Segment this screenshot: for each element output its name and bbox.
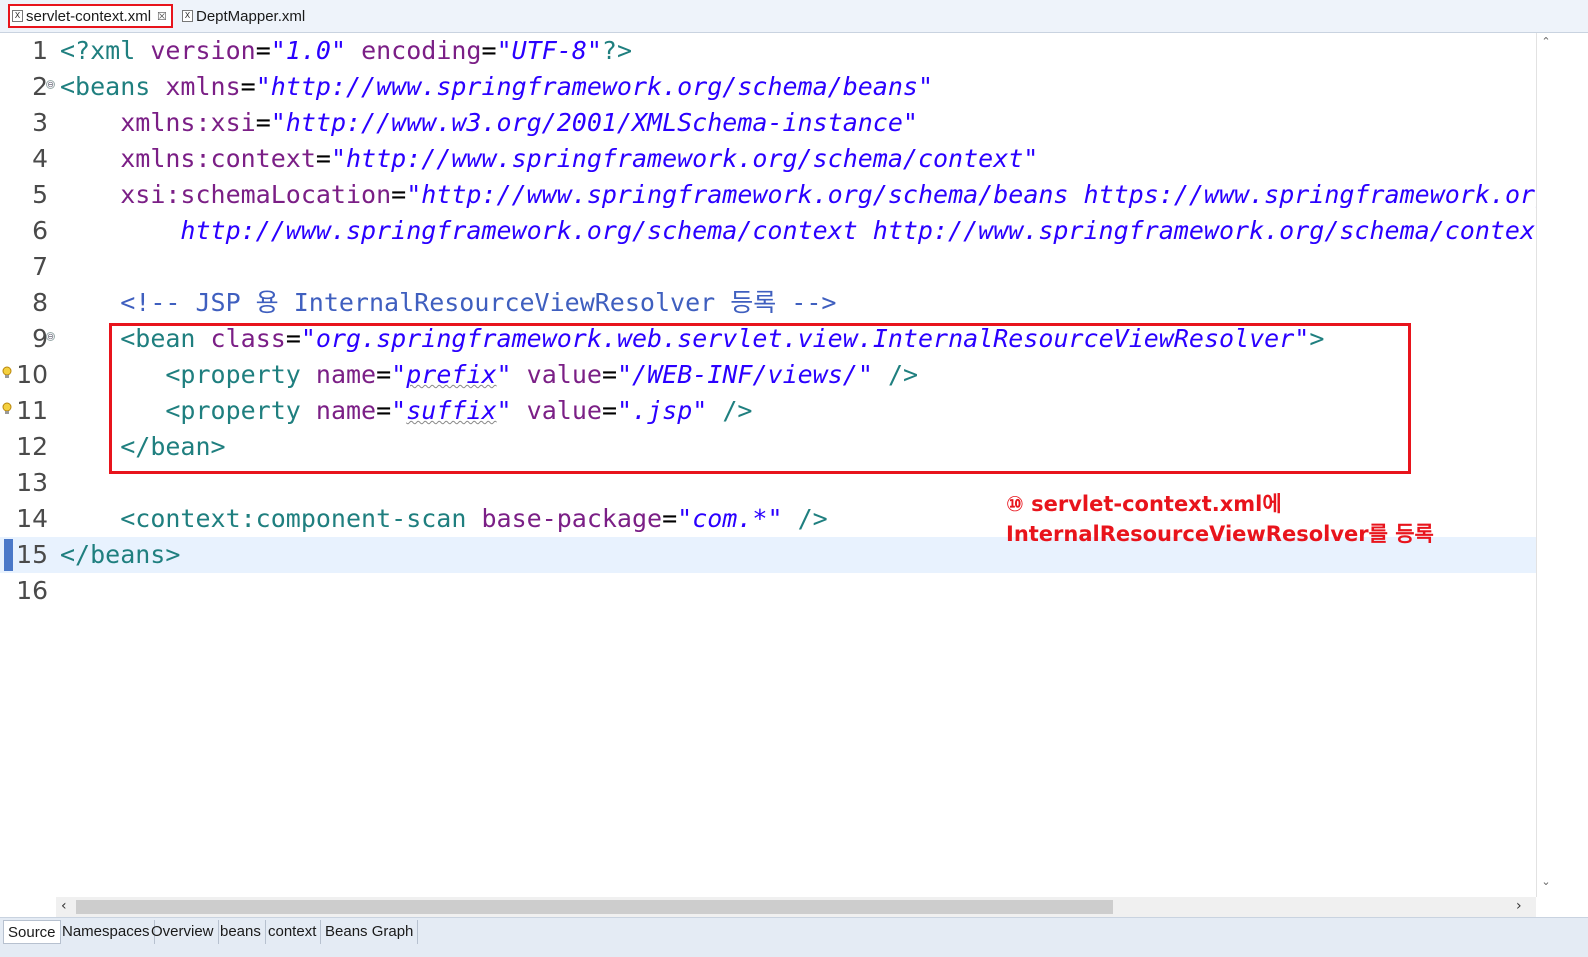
fold-collapse-icon[interactable]: ⊖ bbox=[46, 80, 55, 89]
annotation-text: ⑩ servlet-context.xml에 InternalResourceV… bbox=[1006, 489, 1434, 549]
line-number: 3 bbox=[32, 108, 48, 137]
line-number: 9 bbox=[32, 324, 48, 353]
attr-value: "com.*" bbox=[677, 504, 783, 533]
attr-name: xmlns:context bbox=[120, 144, 316, 173]
code-line[interactable]: 5 xsi:schemaLocation="http://www.springf… bbox=[0, 177, 1536, 213]
code-line[interactable]: 7 bbox=[0, 249, 1536, 285]
line-number: 8 bbox=[32, 288, 48, 317]
attr-value: "UTF-8" bbox=[496, 36, 602, 65]
code-line[interactable]: 2 ⊖ <beans xmlns="http://www.springframe… bbox=[0, 69, 1536, 105]
xml-declaration-open: <?xml bbox=[60, 36, 136, 65]
scroll-down-icon[interactable]: ⌄ bbox=[1537, 875, 1555, 888]
attr-name: version bbox=[150, 36, 256, 65]
attr-value: http://www.springframework.org/schema/co… bbox=[180, 216, 1536, 245]
code-line[interactable]: 16 bbox=[0, 573, 1536, 609]
tab-label: servlet-context.xml bbox=[26, 7, 152, 25]
tab-overview[interactable]: Overview bbox=[147, 920, 219, 944]
line-number: 16 bbox=[16, 576, 48, 605]
attr-name: base-package bbox=[481, 504, 663, 533]
line-number: 13 bbox=[16, 468, 48, 497]
attr-name: xmlns:xsi bbox=[120, 108, 256, 137]
code-line[interactable]: 4 xmlns:context="http://www.springframew… bbox=[0, 141, 1536, 177]
attr-name: xmlns bbox=[165, 72, 241, 101]
xml-file-icon: X bbox=[12, 10, 23, 22]
tab-label: DeptMapper.xml bbox=[196, 7, 306, 25]
tab-beans[interactable]: beans bbox=[216, 920, 266, 944]
line-number: 10 bbox=[16, 360, 48, 389]
attr-name: encoding bbox=[361, 36, 482, 65]
close-icon[interactable]: ☒ bbox=[157, 10, 167, 23]
code-line[interactable]: 8 <!-- JSP 용 InternalResourceViewResolve… bbox=[0, 285, 1536, 321]
vertical-scrollbar[interactable]: ⌃ ⌄ bbox=[1536, 33, 1554, 897]
tab-namespaces[interactable]: Namespaces bbox=[58, 920, 155, 944]
xml-file-icon: X bbox=[182, 10, 193, 22]
scroll-right-icon[interactable]: › bbox=[1516, 898, 1522, 914]
attr-value: "http://www.w3.org/2001/XMLSchema-instan… bbox=[270, 108, 918, 137]
editor-page-tabs: Source Namespaces Overview beans context… bbox=[0, 917, 1588, 957]
annotation-line-2: InternalResourceViewResolver를 등록 bbox=[1006, 522, 1434, 546]
line-number: 4 bbox=[32, 144, 48, 173]
code-line[interactable]: 1 <?xml version="1.0" encoding="UTF-8"?> bbox=[0, 33, 1536, 69]
line-number: 2 bbox=[32, 72, 48, 101]
highlight-box bbox=[109, 323, 1411, 474]
annotation-line-1: ⑩ servlet-context.xml에 bbox=[1006, 492, 1282, 516]
line-number: 6 bbox=[32, 216, 48, 245]
scroll-left-icon[interactable]: ‹ bbox=[61, 898, 67, 914]
tag-close: /> bbox=[797, 504, 828, 533]
tab-beans-graph[interactable]: Beans Graph bbox=[321, 920, 419, 944]
tab-source[interactable]: Source bbox=[3, 920, 61, 944]
horizontal-scroll-thumb[interactable] bbox=[76, 900, 1113, 914]
attr-value: "http://www.springframework.org/schema/b… bbox=[406, 180, 1536, 209]
tab-context[interactable]: context bbox=[264, 920, 322, 944]
line-number: 7 bbox=[32, 252, 48, 281]
tag-open: <beans bbox=[60, 72, 151, 101]
xml-declaration-close: ?> bbox=[601, 36, 633, 65]
line-number: 14 bbox=[16, 504, 48, 533]
code-line[interactable]: 6 http://www.springframework.org/schema/… bbox=[0, 213, 1536, 249]
tab-deptmapper-xml[interactable]: X DeptMapper.xml bbox=[180, 4, 330, 28]
horizontal-scrollbar[interactable]: ‹ › bbox=[56, 897, 1536, 917]
attr-value: "1.0" bbox=[270, 36, 347, 65]
line-number: 5 bbox=[32, 180, 48, 209]
line-number: 11 bbox=[16, 396, 48, 425]
code-line[interactable]: 3 xmlns:xsi="http://www.w3.org/2001/XMLS… bbox=[0, 105, 1536, 141]
line-number: 1 bbox=[32, 36, 48, 65]
tag-close: </beans> bbox=[60, 540, 181, 569]
editor-tab-bar: X servlet-context.xml ☒ X DeptMapper.xml bbox=[0, 0, 1588, 33]
tag-open: <context:component-scan bbox=[120, 504, 467, 533]
xml-comment: <!-- JSP 용 InternalResourceViewResolver … bbox=[120, 288, 837, 317]
attr-value: "http://www.springframework.org/schema/b… bbox=[255, 72, 934, 101]
attr-name: xsi:schemaLocation bbox=[120, 180, 392, 209]
fold-collapse-icon[interactable]: ⊖ bbox=[46, 332, 55, 341]
line-number: 12 bbox=[16, 432, 48, 461]
attr-value: "http://www.springframework.org/schema/c… bbox=[330, 144, 1039, 173]
scroll-up-icon[interactable]: ⌃ bbox=[1537, 35, 1555, 48]
tab-servlet-context-xml[interactable]: X servlet-context.xml ☒ bbox=[8, 4, 173, 28]
line-number: 15 bbox=[16, 540, 48, 569]
